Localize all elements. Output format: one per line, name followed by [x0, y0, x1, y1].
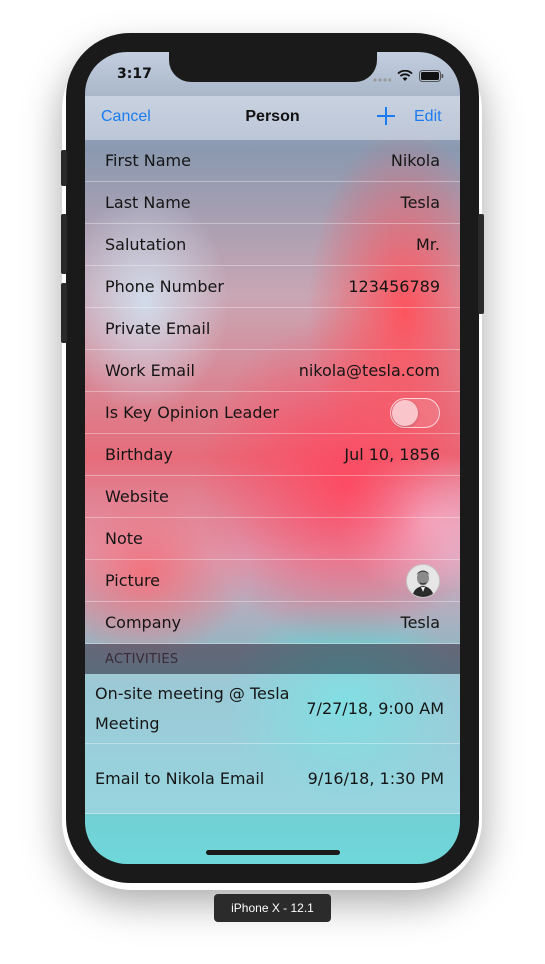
toggle-knob [392, 399, 418, 426]
home-indicator[interactable] [206, 850, 340, 855]
field-value: 123456789 [348, 277, 440, 296]
field-label: Phone Number [105, 277, 224, 296]
edit-button[interactable]: Edit [414, 108, 442, 126]
field-label: Company [105, 613, 182, 632]
status-icons [373, 67, 444, 86]
activity-date: 7/27/18, 9:00 AM [306, 699, 444, 718]
add-button[interactable] [376, 106, 396, 131]
field-row-birthday[interactable]: Birthday Jul 10, 1856 [85, 434, 460, 476]
field-label: Private Email [105, 319, 211, 338]
field-label: Note [105, 529, 143, 548]
field-label: Last Name [105, 193, 191, 212]
field-row-salutation[interactable]: Salutation Mr. [85, 224, 460, 266]
notch [169, 52, 377, 82]
field-row-work-email[interactable]: Work Email nikola@tesla.com [85, 350, 460, 392]
activity-title: On-site meeting @ Tesla Meeting [95, 683, 290, 733]
avatar[interactable] [406, 563, 440, 598]
activity-row[interactable]: Email to Nikola Email 9/16/18, 1:30 PM [85, 744, 460, 814]
status-time: 3:17 [117, 66, 152, 82]
field-label: Website [105, 487, 169, 506]
activity-row[interactable]: On-site meeting @ Tesla Meeting 7/27/18,… [85, 674, 460, 744]
field-row-company[interactable]: Company Tesla [85, 602, 460, 644]
field-label: Picture [105, 571, 161, 590]
field-label: Is Key Opinion Leader [105, 403, 279, 422]
battery-icon [419, 67, 444, 86]
key-opinion-leader-toggle[interactable] [390, 397, 440, 428]
field-value: Jul 10, 1856 [344, 445, 440, 464]
field-row-key-opinion-leader: Is Key Opinion Leader [85, 392, 460, 434]
signal-icon [373, 67, 392, 86]
mute-switch [61, 150, 67, 186]
field-value: Nikola [390, 151, 440, 170]
volume-down-button [61, 283, 67, 343]
wifi-icon [397, 67, 413, 86]
screen: 3:17 Cancel Person Edit First Name Nikol… [85, 52, 460, 864]
simulator-device-label: iPhone X - 12.1 [214, 894, 331, 922]
power-button [478, 214, 484, 314]
field-value: Tesla [400, 193, 440, 212]
plus-icon [377, 107, 395, 125]
field-value: Tesla [400, 613, 440, 632]
volume-up-button [61, 214, 67, 274]
page-title: Person [245, 108, 300, 125]
field-value: nikola@tesla.com [298, 361, 440, 380]
field-row-private-email[interactable]: Private Email [85, 308, 460, 350]
field-value: Mr. [416, 235, 440, 254]
field-row-note[interactable]: Note [85, 518, 460, 560]
field-row-first-name[interactable]: First Name Nikola [85, 140, 460, 182]
field-label: Birthday [105, 445, 173, 464]
person-detail-list: First Name Nikola Last Name Tesla Saluta… [85, 140, 460, 814]
field-row-phone-number[interactable]: Phone Number 123456789 [85, 266, 460, 308]
activity-title: Email to Nikola Email [95, 768, 265, 788]
activity-date: 9/16/18, 1:30 PM [307, 769, 444, 788]
navigation-bar: Cancel Person Edit [85, 96, 460, 140]
activities-section-header: ACTIVITIES [85, 644, 460, 674]
field-row-picture[interactable]: Picture [85, 560, 460, 602]
field-label: Salutation [105, 235, 187, 254]
field-label: First Name [105, 151, 191, 170]
field-row-website[interactable]: Website [85, 476, 460, 518]
field-row-last-name[interactable]: Last Name Tesla [85, 182, 460, 224]
field-label: Work Email [105, 361, 195, 380]
